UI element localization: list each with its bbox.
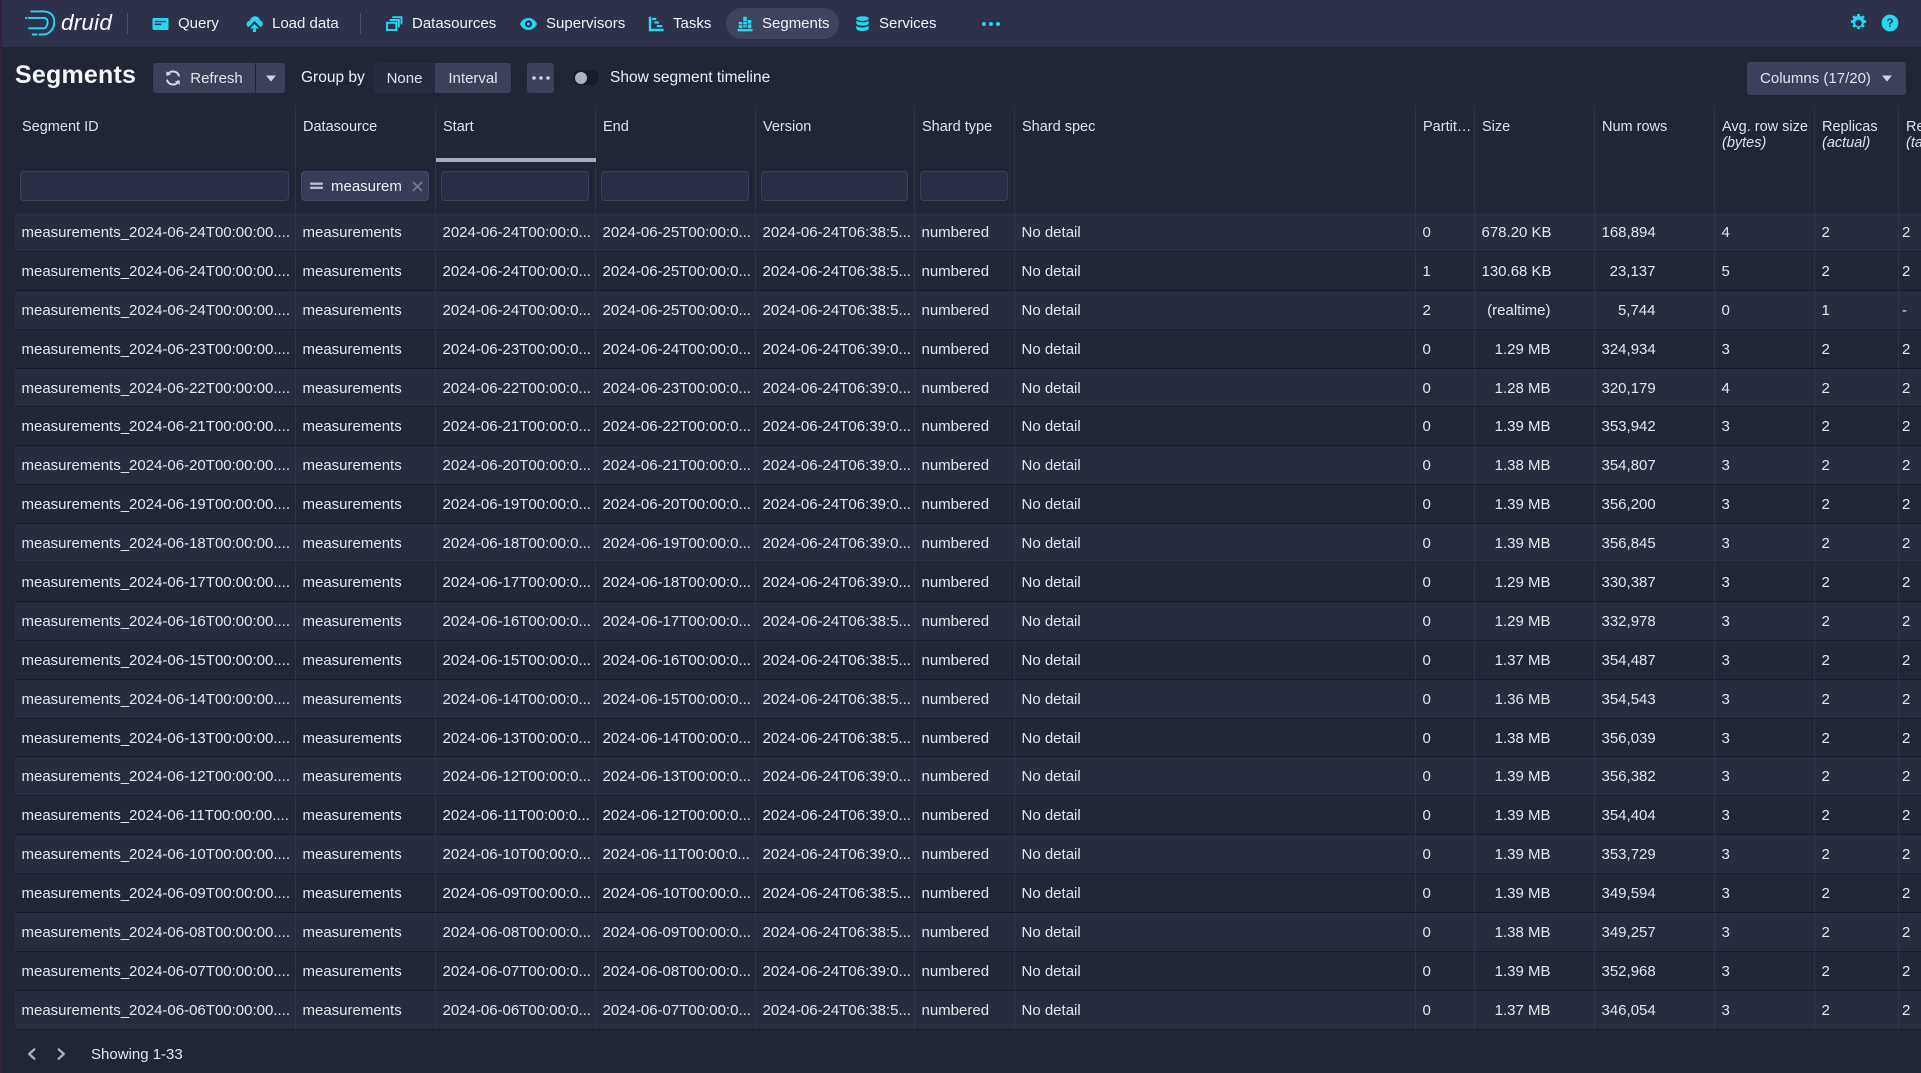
svg-text:?: ?	[1886, 18, 1893, 30]
